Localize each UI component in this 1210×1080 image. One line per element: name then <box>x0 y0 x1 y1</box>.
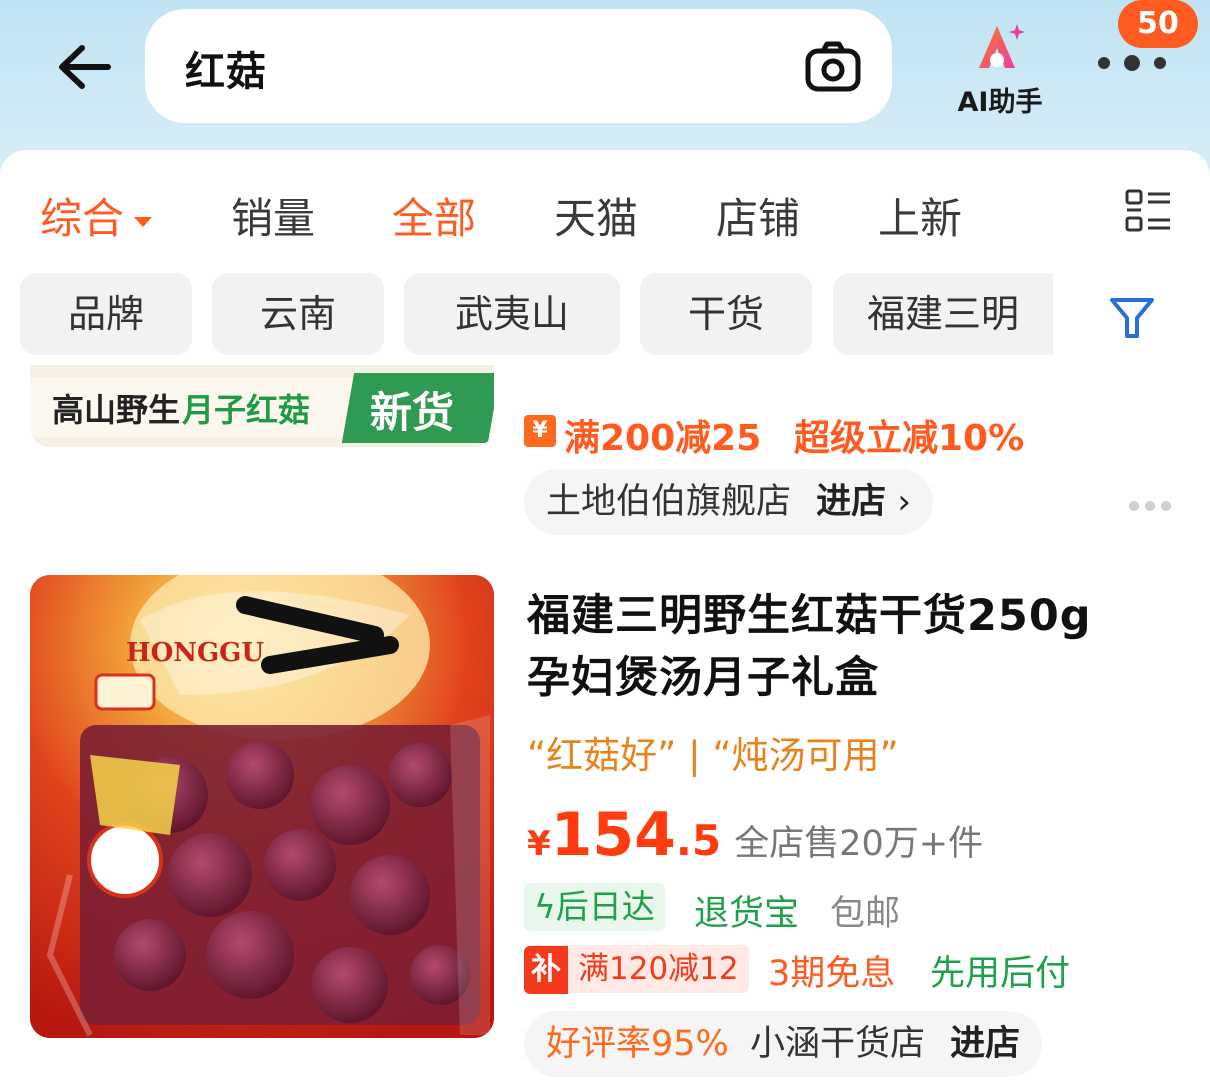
tab-sales[interactable]: 销量 <box>231 185 315 246</box>
funnel-icon <box>1110 298 1154 338</box>
search-query: 红菇 <box>185 49 267 95</box>
free-shipping-tag: 包邮 <box>830 894 901 934</box>
back-button[interactable] <box>52 36 120 98</box>
product-image[interactable]: 高山野生 月子红菇 新货 <box>30 365 494 447</box>
tab-store[interactable]: 店铺 <box>716 185 800 246</box>
enter-store-label: 进店 <box>950 1024 1021 1064</box>
product-card-1[interactable]: 高山野生 月子红菇 新货 ¥ 满200减25 超级立减10% 土地伯伯旗舰店 进… <box>0 365 1210 555</box>
search-input[interactable]: 红菇 <box>145 9 892 123</box>
product-photo: HONGGU <box>30 575 494 1038</box>
arrow-left-icon <box>59 45 111 89</box>
more-dots-icon <box>1129 501 1171 511</box>
price-row: ¥154.5 全店售20万+件 <box>527 800 983 870</box>
lightning-icon: ϟ <box>534 887 556 926</box>
product-image[interactable]: HONGGU <box>30 575 494 1038</box>
product-card-2[interactable]: HONGGU 福建三明野生红菇干货250g 孕妇煲汤月子礼盒 “红菇好” | “… <box>0 555 1210 1080</box>
promo-coupon: 满200减25 <box>564 418 762 459</box>
tab-comprehensive[interactable]: 综合 <box>40 185 153 246</box>
image-text-green: 月子红菇 <box>182 391 311 429</box>
title-line-2: 孕妇煲汤月子礼盒 <box>527 653 879 703</box>
filter-chip-wuyishan[interactable]: 武夷山 <box>404 273 620 355</box>
filter-chip-dry-goods[interactable]: 干货 <box>640 273 812 355</box>
store-name: 小涵干货店 <box>749 1024 925 1064</box>
ai-assistant-icon <box>979 24 1025 68</box>
price-integer: 154 <box>550 800 676 870</box>
subsidy-text: 满120减12 <box>578 951 739 987</box>
price-symbol: ¥ <box>527 824 551 864</box>
filter-chip-brand[interactable]: 品牌 <box>20 273 192 355</box>
notification-badge: 50 <box>1118 0 1198 48</box>
promo-discount: 超级立减10% <box>794 418 1025 459</box>
rating: 好评率95% <box>546 1024 729 1064</box>
sort-filter-panel: 综合 销量 全部 天猫 店铺 上新 品牌 云南 武夷山 干货 福建三明 <box>0 150 1210 365</box>
sales-count: 全店售20万+件 <box>734 824 984 864</box>
delivery-tag: ϟ后日达 <box>524 883 665 931</box>
product-title[interactable]: 福建三明野生红菇干货250g 孕妇煲汤月子礼盒 <box>527 585 1092 709</box>
caret-down-icon <box>134 216 153 227</box>
chevron-right-icon: › <box>897 482 911 522</box>
camera-search-button[interactable] <box>804 39 862 95</box>
return-insurance-tag: 退货宝 <box>694 894 800 934</box>
more-menu-button[interactable] <box>1092 48 1172 78</box>
price-decimal: .5 <box>675 816 722 865</box>
image-badge: 新货 <box>370 388 455 437</box>
tab-all[interactable]: 全部 <box>392 185 476 246</box>
store-link-2[interactable]: 好评率95% 小涵干货店 进店 <box>524 1011 1043 1077</box>
filter-chip-yunnan[interactable]: 云南 <box>212 273 384 355</box>
store-name: 土地伯伯旗舰店 <box>546 482 792 522</box>
delivery-label: 后日达 <box>555 887 655 926</box>
more-dots-icon <box>1098 55 1166 71</box>
layout-toggle-button[interactable] <box>1124 188 1172 234</box>
card-more-button[interactable] <box>1128 497 1172 516</box>
store-link-1[interactable]: 土地伯伯旗舰店 进店 › <box>524 469 933 535</box>
image-text-main: 高山野生 <box>52 391 181 429</box>
subsidy-tag: 补满120减12 <box>524 945 749 994</box>
filter-button[interactable] <box>1108 296 1156 340</box>
enter-store-label: 进店 <box>816 482 887 522</box>
camera-icon <box>805 41 861 92</box>
ai-assistant-label: AI助手 <box>957 87 1043 118</box>
list-grid-icon <box>1125 189 1170 232</box>
ai-assistant-button[interactable]: AI助手 <box>945 18 1055 118</box>
tab-label: 综合 <box>40 194 125 243</box>
title-line-1: 福建三明野生红菇干货250g <box>527 591 1092 641</box>
svg-text:HONGGU: HONGGU <box>126 638 264 668</box>
coupon-icon: ¥ <box>524 415 556 447</box>
review-highlight: “红菇好” | “炖汤可用” <box>527 734 899 777</box>
pay-later-tag: 先用后付 <box>930 954 1071 994</box>
tab-new[interactable]: 上新 <box>878 185 962 246</box>
filter-chip-fujian-sanming[interactable]: 福建三明 <box>833 273 1053 355</box>
subsidy-label: 补 <box>524 946 568 994</box>
installment-tag: 3期免息 <box>768 954 896 994</box>
tab-tmall[interactable]: 天猫 <box>554 185 638 246</box>
